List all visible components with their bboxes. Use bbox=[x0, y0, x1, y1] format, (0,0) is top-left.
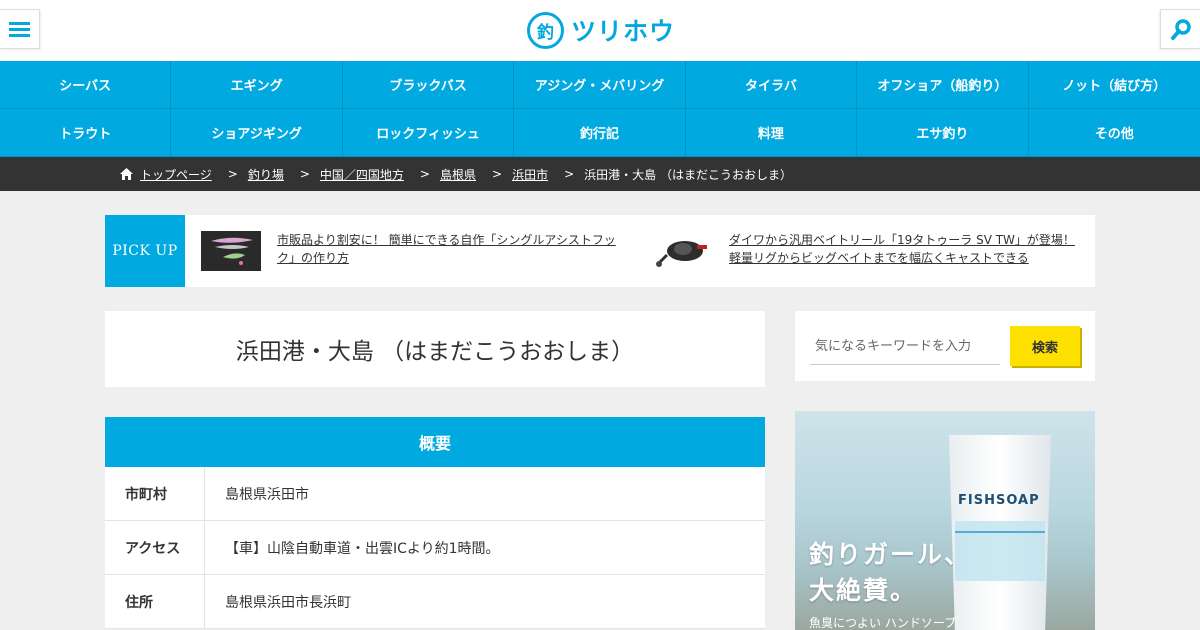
row-value: 島根県浜田市長浜町 bbox=[225, 594, 351, 611]
row-key: アクセス bbox=[105, 521, 205, 574]
pickup-label: PICK UP bbox=[105, 215, 185, 287]
soap-tube-image bbox=[949, 435, 1051, 630]
logo-mark: 釣 bbox=[527, 11, 564, 49]
nav-item-blackbass[interactable]: ブラックバス bbox=[342, 61, 515, 109]
breadcrumb-separator: > bbox=[419, 167, 430, 181]
menu-icon-line-bottom bbox=[9, 34, 30, 37]
table-row: 住所 島根県浜田市長浜町 bbox=[105, 575, 765, 629]
nav-item-offshore[interactable]: オフショア（船釣り） bbox=[857, 61, 1029, 109]
nav-item-other[interactable]: その他 bbox=[1028, 109, 1200, 157]
pickup-title[interactable]: ダイワから汎用ベイトリール「19タトゥーラ SV TW」が登場！軽量リグからビッ… bbox=[729, 231, 1079, 267]
logo-text: ツリホウ bbox=[571, 17, 676, 46]
search-button[interactable]: 検索 bbox=[1010, 326, 1080, 366]
menu-button[interactable] bbox=[0, 9, 40, 49]
nav-item-knot[interactable]: ノット（結び方） bbox=[1028, 61, 1200, 109]
breadcrumb-city[interactable]: 浜田市 bbox=[512, 166, 548, 183]
menu-icon-line-middle bbox=[9, 28, 30, 31]
table-row: アクセス 【車】山陰自動車道・出雲ICより約1時間。 bbox=[105, 521, 765, 575]
nav-item-fishing-report[interactable]: 釣行記 bbox=[514, 109, 686, 157]
pickup-item[interactable]: ダイワから汎用ベイトリール「19タトゥーラ SV TW」が登場！軽量リグからビッ… bbox=[653, 231, 1079, 271]
overview-table: 概要 市町村 島根県浜田市 アクセス 【車】山陰自動車道・出雲ICより約1時間。… bbox=[105, 417, 765, 629]
breadcrumb-separator: > bbox=[227, 167, 238, 181]
page-title-box: 浜田港・大島 （はまだこうおおしま） bbox=[105, 311, 765, 387]
nav-item-bait-fishing[interactable]: エサ釣り bbox=[857, 109, 1029, 157]
breadcrumb-separator: > bbox=[564, 167, 575, 181]
menu-icon-line-top bbox=[9, 22, 30, 25]
nav-item-seabass[interactable]: シーバス bbox=[0, 61, 172, 109]
site-logo[interactable]: 釣 ツリホウ bbox=[527, 11, 675, 49]
row-key: 住所 bbox=[105, 575, 205, 628]
search-icon bbox=[1171, 19, 1191, 40]
breadcrumb-fishing-spots[interactable]: 釣り場 bbox=[248, 166, 284, 183]
ad-banner[interactable]: FISHSOAP 釣りガール、 大絶賛。 魚臭につよい ハンドソープ bbox=[795, 411, 1095, 630]
pickup-title[interactable]: 市販品より割安に！ 簡単にできる自作「シングルアシストフック」の作り方 bbox=[277, 231, 627, 267]
ad-brand: FISHSOAP bbox=[958, 493, 1040, 508]
pickup-bar: PICK UP 市販品より割安に！ 簡単にできる自作「シングルアシストフック」の… bbox=[105, 215, 1095, 287]
pickup-thumbnail[interactable] bbox=[201, 231, 261, 271]
breadcrumb-separator: > bbox=[492, 167, 503, 181]
nav-item-rockfish[interactable]: ロックフィッシュ bbox=[342, 109, 515, 157]
site-header: 釣 ツリホウ bbox=[0, 0, 1200, 61]
page-title: 浜田港・大島 （はまだこうおおしま） bbox=[235, 339, 635, 365]
row-key: 市町村 bbox=[105, 467, 205, 520]
global-nav: シーバス エギング ブラックバス アジング・メバリング タイラバ オフショア（船… bbox=[0, 61, 1200, 157]
row-value: 島根県浜田市 bbox=[225, 486, 309, 503]
breadcrumb-region[interactable]: 中国／四国地方 bbox=[320, 166, 404, 183]
overview-heading: 概要 bbox=[105, 417, 765, 467]
breadcrumb: トップページ > 釣り場 > 中国／四国地方 > 島根県 > 浜田市 > 浜田港… bbox=[0, 157, 1200, 191]
ad-headline-2: 大絶賛。 bbox=[809, 576, 918, 605]
breadcrumb-prefecture[interactable]: 島根県 bbox=[440, 166, 476, 183]
table-row: 市町村 島根県浜田市 bbox=[105, 467, 765, 521]
nav-item-ajing-mebaring[interactable]: アジング・メバリング bbox=[514, 61, 686, 109]
nav-item-shore-jigging[interactable]: ショアジギング bbox=[171, 109, 343, 157]
home-icon bbox=[120, 168, 133, 180]
pickup-item[interactable]: 市販品より割安に！ 簡単にできる自作「シングルアシストフック」の作り方 bbox=[201, 231, 627, 271]
nav-item-eging[interactable]: エギング bbox=[171, 61, 343, 109]
search-input[interactable] bbox=[810, 329, 1000, 365]
ad-headline-1: 釣りガール、 bbox=[809, 540, 972, 569]
nav-item-tairaba[interactable]: タイラバ bbox=[685, 61, 858, 109]
row-value: 【車】山陰自動車道・出雲ICより約1時間。 bbox=[225, 540, 500, 557]
breadcrumb-current: 浜田港・大島 （はまだこうおおしま） bbox=[584, 167, 792, 182]
sidebar-search: 検索 bbox=[795, 311, 1095, 381]
nav-item-cooking[interactable]: 料理 bbox=[685, 109, 858, 157]
nav-item-trout[interactable]: トラウト bbox=[0, 109, 172, 157]
ad-subtext: 魚臭につよい ハンドソープ bbox=[809, 616, 957, 630]
breadcrumb-separator: > bbox=[299, 167, 310, 181]
header-search-button[interactable] bbox=[1160, 9, 1200, 49]
breadcrumb-top[interactable]: トップページ bbox=[140, 166, 212, 183]
pickup-thumbnail[interactable] bbox=[653, 231, 713, 271]
